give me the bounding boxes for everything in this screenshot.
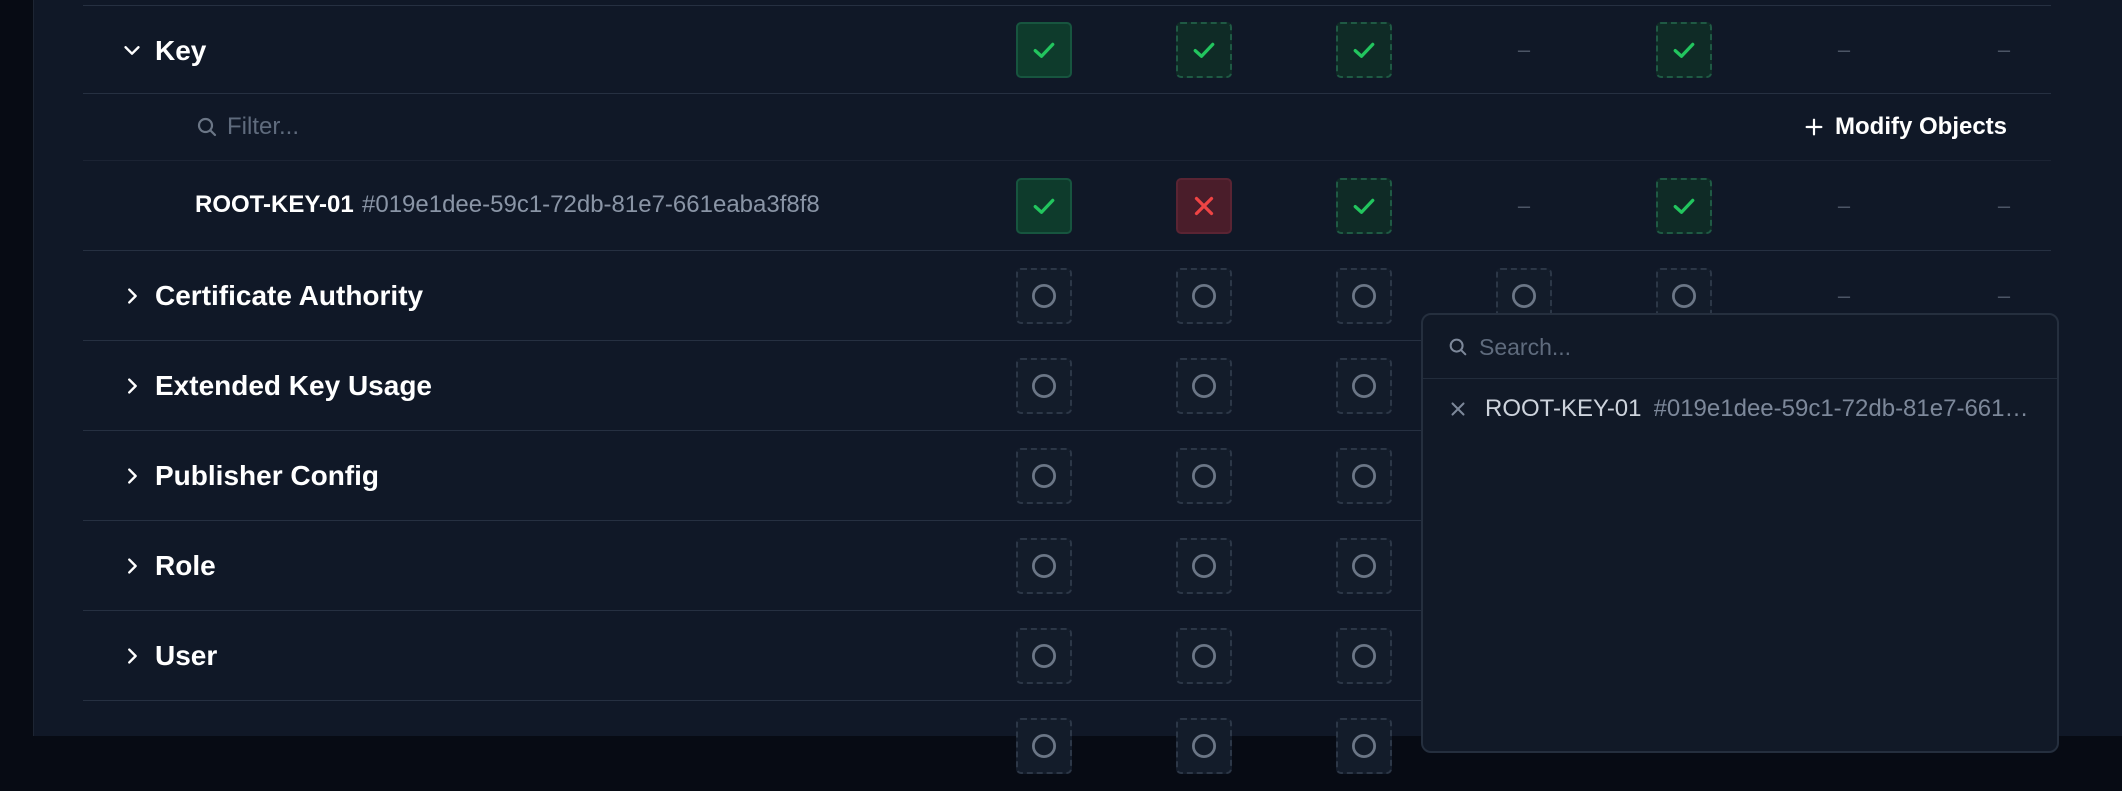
section-6-permission-toggle-2[interactable] (1176, 718, 1232, 774)
section-4-permission-toggle-3[interactable] (1336, 538, 1392, 594)
object-name: ROOT-KEY-01 (195, 191, 354, 218)
circle-icon (1352, 644, 1376, 668)
check-icon (1353, 42, 1375, 58)
section-label: Publisher Config (155, 460, 379, 491)
check-icon (1033, 42, 1055, 58)
section-2-permission-toggle-1[interactable] (1016, 358, 1072, 414)
section-3-permission-toggle-1[interactable] (1016, 448, 1072, 504)
circle-icon (1032, 464, 1056, 488)
section-label: Key (155, 35, 207, 66)
chevron-right-icon[interactable] (121, 465, 143, 487)
circle-icon (1032, 554, 1056, 578)
search-icon (1447, 336, 1469, 358)
circle-icon (1192, 374, 1216, 398)
section-6-permission-toggle-1[interactable] (1016, 718, 1072, 774)
section-label: Role (155, 550, 216, 581)
circle-icon (1192, 644, 1216, 668)
key-permission-toggle-1[interactable] (1016, 22, 1072, 78)
section-label: User (155, 640, 218, 671)
object-picker-popover: ROOT-KEY-01 #019e1dee-59c1-72db-81e7-661… (1421, 313, 2059, 753)
dash-icon: – (1517, 37, 1531, 62)
dash-icon: – (1997, 37, 2011, 62)
circle-icon (1192, 284, 1216, 308)
circle-icon (1352, 464, 1376, 488)
object-permission-toggle-2[interactable] (1176, 178, 1232, 234)
dash-icon: – (1517, 193, 1531, 218)
check-icon (1353, 198, 1375, 214)
circle-icon (1672, 284, 1696, 308)
section-5-permission-toggle-2[interactable] (1176, 628, 1232, 684)
section-5-permission-toggle-1[interactable] (1016, 628, 1072, 684)
section-6-permission-toggle-3[interactable] (1336, 718, 1392, 774)
selected-object-name: ROOT-KEY-01 (1485, 395, 1642, 422)
object-picker-search-input[interactable] (1479, 331, 2019, 363)
key-permission-toggle-3[interactable] (1336, 22, 1392, 78)
modify-objects-label: Modify Objects (1835, 113, 2008, 140)
permissions-panel: Key Certificate Authority Extended Key U… (33, 0, 2122, 774)
chevron-down-icon[interactable] (121, 39, 143, 61)
dash-icon: – (1837, 37, 1851, 62)
object-filter-input[interactable] (227, 111, 827, 143)
object-permission-toggle-1[interactable] (1016, 178, 1072, 234)
x-icon (1194, 196, 1214, 216)
close-icon[interactable] (1447, 398, 1469, 420)
section-1-permission-toggle-1[interactable] (1016, 268, 1072, 324)
section-label: Extended Key Usage (155, 370, 432, 401)
key-permission-toggle-5[interactable] (1656, 22, 1712, 78)
plus-icon (1805, 118, 1823, 136)
section-4-permission-toggle-2[interactable] (1176, 538, 1232, 594)
section-4-permission-toggle-1[interactable] (1016, 538, 1072, 594)
circle-icon (1512, 284, 1536, 308)
chevron-right-icon[interactable] (121, 645, 143, 667)
chevron-right-icon[interactable] (121, 375, 143, 397)
modify-objects-button[interactable]: Modify Objects (1803, 108, 2007, 146)
section-2-permission-toggle-3[interactable] (1336, 358, 1392, 414)
chevron-right-icon[interactable] (121, 555, 143, 577)
section-label: Certificate Authority (155, 280, 424, 311)
circle-icon (1032, 284, 1056, 308)
section-5-permission-toggle-3[interactable] (1336, 628, 1392, 684)
selected-object-item[interactable]: ROOT-KEY-01 #019e1dee-59c1-72db-81e7-661… (1423, 387, 2057, 431)
section-2-permission-toggle-2[interactable] (1176, 358, 1232, 414)
section-1-permission-toggle-3[interactable] (1336, 268, 1392, 324)
circle-icon (1352, 554, 1376, 578)
dash-icon: – (1997, 193, 2011, 218)
section-3-permission-toggle-3[interactable] (1336, 448, 1392, 504)
key-permission-toggle-2[interactable] (1176, 22, 1232, 78)
section-3-permission-toggle-2[interactable] (1176, 448, 1232, 504)
circle-icon (1192, 554, 1216, 578)
check-icon (1673, 198, 1695, 214)
circle-icon (1032, 644, 1056, 668)
object-id: #019e1dee-59c1-72db-81e7-661eaba3f8f8 (362, 191, 820, 218)
check-icon (1033, 198, 1055, 214)
search-icon (195, 115, 219, 139)
section-1-permission-toggle-2[interactable] (1176, 268, 1232, 324)
circle-icon (1352, 374, 1376, 398)
check-icon (1673, 42, 1695, 58)
check-icon (1193, 42, 1215, 58)
object-picker-search (1423, 315, 2057, 379)
dash-icon: – (1837, 193, 1851, 218)
object-permission-toggle-3[interactable] (1336, 178, 1392, 234)
chevron-right-icon[interactable] (121, 285, 143, 307)
circle-icon (1352, 284, 1376, 308)
circle-icon (1192, 464, 1216, 488)
object-permission-toggle-5[interactable] (1656, 178, 1712, 234)
circle-icon (1032, 374, 1056, 398)
selected-object-id: #019e1dee-59c1-72db-81e7-661eaba3f8f8 (1653, 395, 2038, 422)
